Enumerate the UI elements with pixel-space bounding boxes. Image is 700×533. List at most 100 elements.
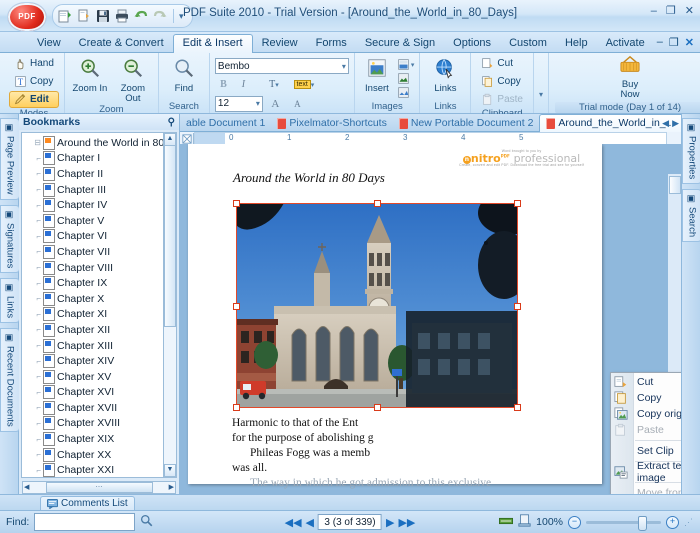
page-indicator[interactable]: 3 (3 of 339) xyxy=(318,514,382,530)
bookmark-root[interactable]: ⊟Around the World in 80 xyxy=(25,135,176,151)
zoom-slider-thumb[interactable] xyxy=(638,516,647,531)
bookmark-item[interactable]: ⌐Chapter IX xyxy=(25,275,176,291)
font-size-combo[interactable]: 12 ▾ xyxy=(215,96,263,112)
doc-minimize-button[interactable]: – xyxy=(657,36,663,49)
document-tab[interactable]: New Portable Document 2 xyxy=(393,115,540,131)
doc-close-button[interactable]: ✕ xyxy=(685,36,694,49)
ruler-corner-button[interactable] xyxy=(180,133,194,145)
hscroll-thumb[interactable]: ⋯ xyxy=(46,482,153,493)
document-tab[interactable]: Pixelmator-Shortcuts xyxy=(271,115,392,131)
resize-grip[interactable]: ⋰ xyxy=(684,517,692,528)
ribbon-tab-custom[interactable]: Custom xyxy=(500,34,556,52)
expand-collapse-toggle[interactable]: ⊟ xyxy=(25,138,41,147)
ribbon-tab-forms[interactable]: Forms xyxy=(307,34,356,52)
bookmark-item[interactable]: ⌐Chapter XI xyxy=(25,307,176,323)
font-family-combo[interactable]: Bembo ▾ xyxy=(215,58,349,74)
image-context-menu[interactable]: CutCopyCopy original imagePasteSet ClipE… xyxy=(610,372,681,494)
page-scroll-thumb[interactable] xyxy=(669,176,681,194)
bookmark-item[interactable]: ⌐Chapter IV xyxy=(25,197,176,213)
tab-next-button[interactable]: ▶ xyxy=(672,118,679,129)
document-tab[interactable]: able Document 1 xyxy=(180,115,271,131)
resize-handle-ne[interactable] xyxy=(514,200,521,207)
buy-now-button[interactable]: Buy Now xyxy=(617,55,643,100)
shrink-font-button[interactable]: A xyxy=(288,95,307,112)
resize-handle-n[interactable] xyxy=(374,200,381,207)
highlight-button[interactable]: text ▾ xyxy=(289,76,319,93)
comments-list-tab[interactable]: Comments List xyxy=(40,496,135,510)
maximize-button[interactable]: ❐ xyxy=(666,6,676,17)
bookmark-item[interactable]: ⌐Chapter XIII xyxy=(25,338,176,354)
bookmarks-vertical-scrollbar[interactable]: ▲ ▼ xyxy=(163,133,176,477)
resize-handle-s[interactable] xyxy=(374,404,381,411)
ribbon-tab-activate[interactable]: Activate xyxy=(597,34,654,52)
ribbon-tab-options[interactable]: Options xyxy=(444,34,500,52)
zoom-out-button[interactable]: Zoom Out xyxy=(113,57,153,104)
ribbon-tab-edit-insert[interactable]: Edit & Insert xyxy=(173,34,253,53)
ribbon-tab-help[interactable]: Help xyxy=(556,34,597,52)
cut-button[interactable]: Cut xyxy=(476,55,528,72)
hand-mode-button[interactable]: Hand xyxy=(9,55,59,72)
insert-image-button[interactable]: Insert xyxy=(360,57,394,94)
scroll-down-button[interactable]: ▼ xyxy=(164,464,176,477)
bookmarks-tree[interactable]: ⊟Around the World in 80⌐Chapter I⌐Chapte… xyxy=(21,132,177,478)
side-tab-search[interactable]: ▣Search xyxy=(682,189,700,242)
paste-button[interactable]: Paste xyxy=(476,91,528,108)
bookmark-item[interactable]: ⌐Chapter XV xyxy=(25,369,176,385)
find-input[interactable] xyxy=(34,513,135,531)
minimize-button[interactable]: – xyxy=(651,6,657,17)
close-button[interactable]: ✕ xyxy=(685,6,694,17)
bookmark-item[interactable]: ⌐Chapter XIV xyxy=(25,353,176,369)
bookmarks-horizontal-scrollbar[interactable]: ◀ ⋯ ▶ xyxy=(22,481,176,494)
bookmark-item[interactable]: ⌐Chapter VI xyxy=(25,229,176,245)
first-page-button[interactable]: ◀◀ xyxy=(285,516,302,529)
copy-button[interactable]: Copy xyxy=(476,73,528,90)
font-color-button[interactable]: T ▾ xyxy=(262,76,286,93)
links-button[interactable]: Links xyxy=(425,57,465,94)
bookmark-item[interactable]: ⌐Chapter II xyxy=(25,166,176,182)
find-button[interactable]: Find xyxy=(164,57,204,94)
next-page-button[interactable]: ▶ xyxy=(386,516,394,529)
doc-restore-button[interactable]: ❐ xyxy=(669,36,679,49)
bookmark-item[interactable]: ⌐Chapter XXI xyxy=(25,462,176,478)
bookmark-item[interactable]: ⌐Chapter X xyxy=(25,291,176,307)
edit-mode-button[interactable]: Edit xyxy=(9,91,59,108)
resize-handle-e[interactable] xyxy=(514,303,521,310)
page-canvas[interactable]: Word brought to you by nnitroPDF profess… xyxy=(180,144,681,494)
bookmark-item[interactable]: ⌐Chapter XVII xyxy=(25,400,176,416)
pdf-page[interactable]: Word brought to you by nnitroPDF profess… xyxy=(188,144,602,484)
zoom-in-button[interactable]: + xyxy=(666,516,679,529)
fit-page-icon[interactable] xyxy=(518,514,531,530)
last-page-button[interactable]: ▶▶ xyxy=(398,516,415,529)
bookmark-item[interactable]: ⌐Chapter XVI xyxy=(25,385,176,401)
bookmark-item[interactable]: ⌐Chapter XIX xyxy=(25,431,176,447)
grow-font-button[interactable]: A xyxy=(266,95,285,112)
copy-mode-button[interactable]: T Copy xyxy=(9,73,59,90)
bookmark-item[interactable]: ⌐Chapter III xyxy=(25,182,176,198)
zoom-in-button[interactable]: Zoom In xyxy=(70,57,110,94)
bold-button[interactable]: B xyxy=(215,76,232,93)
bookmark-item[interactable]: ⌐Chapter VIII xyxy=(25,260,176,276)
scroll-right-button[interactable]: ▶ xyxy=(168,483,175,491)
ribbon-tab-view[interactable]: View xyxy=(28,34,70,52)
chevron-down-icon[interactable]: ▾ xyxy=(411,61,415,69)
resize-handle-sw[interactable] xyxy=(233,404,240,411)
selected-image[interactable] xyxy=(236,203,518,408)
side-tab-links[interactable]: ▣Links xyxy=(0,278,20,323)
bookmark-item[interactable]: ⌐Chapter XII xyxy=(25,322,176,338)
context-menu-item-copy[interactable]: Copy xyxy=(611,390,681,406)
ribbon-tab-secure-sign[interactable]: Secure & Sign xyxy=(356,34,444,52)
bookmark-item[interactable]: ⌐Chapter VII xyxy=(25,244,176,260)
find-search-icon[interactable] xyxy=(140,514,153,530)
bookmark-item[interactable]: ⌐Chapter XX xyxy=(25,447,176,463)
side-tab-page-preview[interactable]: ▣Page Preview xyxy=(0,118,20,200)
side-tab-properties[interactable]: ▣Properties xyxy=(682,118,700,184)
image-rotate-icon[interactable] xyxy=(397,86,410,99)
context-menu-item-cut[interactable]: Cut xyxy=(611,374,681,390)
scroll-left-button[interactable]: ◀ xyxy=(23,483,30,491)
image-crop-icon[interactable] xyxy=(397,72,410,85)
ribbon-more-button[interactable]: ▾ xyxy=(534,53,549,113)
context-menu-item-set-clip[interactable]: Set Clip xyxy=(611,443,681,459)
resize-handle-nw[interactable] xyxy=(233,200,240,207)
context-menu-item-copy-original-image[interactable]: Copy original image xyxy=(611,406,681,422)
zoom-slider[interactable] xyxy=(586,521,661,524)
